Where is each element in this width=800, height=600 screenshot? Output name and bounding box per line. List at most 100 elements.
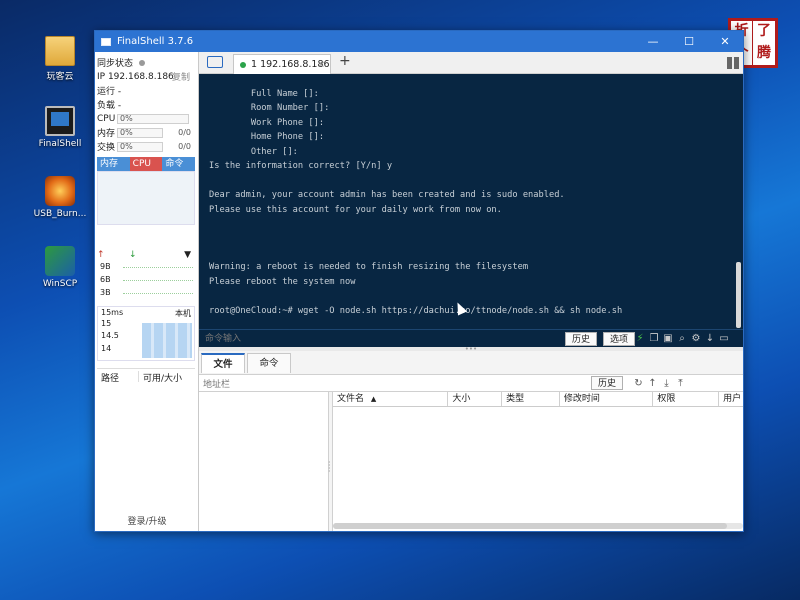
winscp-icon (45, 246, 75, 276)
tab-memory[interactable]: 内存 (97, 157, 130, 171)
network-interface-dropdown-icon[interactable]: ▼ (184, 250, 191, 260)
finalshell-window: FinalShell 3.7.6 — ☐ ✕ 同步状态 IP 192.168.8… (94, 30, 744, 532)
column-user[interactable]: 用户 (719, 392, 743, 406)
sync-status-label: 同步状态 (97, 59, 134, 69)
terminal-line: Full Name []: (209, 89, 319, 99)
usb-burn-icon (45, 176, 75, 206)
metric-ratio: 0/0 (178, 142, 191, 151)
up-directory-icon[interactable]: ↑ (647, 378, 658, 389)
options-button[interactable]: 选项 (603, 332, 636, 346)
session-tab[interactable]: 1 192.168.8.186 × (233, 54, 331, 74)
running-row: 运行 - (97, 84, 196, 97)
metric-label: 交换 (97, 143, 116, 153)
terminal-output[interactable]: Full Name []: Room Number []: Work Phone… (199, 74, 743, 329)
lightning-icon[interactable]: ⚡ (635, 334, 645, 344)
latency-scale: 14.5 (101, 331, 119, 340)
metric-cpu: CPU 0% (97, 112, 196, 125)
tab-command[interactable]: 命令 (162, 157, 196, 171)
download-arrow-icon: ↓ (129, 250, 137, 260)
search-icon[interactable]: ⌕ (677, 334, 687, 344)
download-icon[interactable]: ↓ (705, 334, 715, 344)
path-history-button[interactable]: 历史 (591, 376, 624, 390)
file-panel-tabs: 文件 命令 (201, 353, 293, 373)
tree-split-handle[interactable]: · · · · (328, 459, 331, 476)
history-button[interactable]: 历史 (565, 332, 598, 346)
terminal-line: Other []: (209, 146, 298, 157)
grid-line (123, 280, 193, 281)
address-bar: 历史 ↻ ↑ ⤓ ⤒ (199, 374, 743, 392)
download-file-icon[interactable]: ⤓ (661, 378, 672, 389)
refresh-icon[interactable]: ↻ (633, 378, 644, 389)
disk-table-header: 路径 可用/大小 (97, 368, 195, 384)
column-label: 文件名 (337, 394, 365, 404)
terminal-line: root@OneCloud:~# wget -O node.sh https:/… (209, 305, 623, 316)
column-permissions[interactable]: 权限 (653, 392, 720, 406)
copy-icon[interactable]: ❐ (649, 334, 659, 344)
upload-file-icon[interactable]: ⤒ (675, 378, 686, 389)
paste-icon[interactable]: ▣ (663, 334, 673, 344)
tab-commands[interactable]: 命令 (247, 353, 291, 373)
directory-tree[interactable] (199, 392, 329, 531)
process-tabs: 内存 CPU 命令 (97, 157, 196, 171)
column-filename[interactable]: 文件名 ▲ (333, 392, 449, 406)
tab-cpu[interactable]: CPU (129, 157, 163, 171)
desktop-icon-label: WinSCP (42, 279, 78, 289)
stamp-char: 了 (757, 23, 771, 39)
layout-grid-icon[interactable] (727, 57, 739, 69)
command-input[interactable] (205, 331, 555, 346)
minimize-button[interactable]: — (635, 31, 671, 52)
gear-icon[interactable]: ⚙ (691, 334, 701, 344)
desktop-icon-wankeyun[interactable]: 玩客云 (30, 36, 90, 82)
address-input[interactable] (203, 377, 583, 390)
network-graph: 9B 6B 3B (97, 262, 195, 308)
sync-status-row: 同步状态 (97, 56, 196, 69)
metric-ratio: 0/0 (178, 128, 191, 137)
ip-row: IP 192.168.8.186 复制 (97, 70, 196, 84)
net-scale-label: 9B (100, 262, 111, 271)
close-tab-icon[interactable]: × (317, 60, 325, 70)
metric-bar: 0% (117, 141, 163, 152)
maximize-button[interactable]: ☐ (671, 31, 707, 52)
latency-host[interactable]: 本机 (175, 308, 191, 319)
column-type[interactable]: 类型 (502, 392, 560, 406)
tab-files[interactable]: 文件 (201, 353, 245, 373)
connected-dot-icon (240, 61, 246, 68)
desktop-icon-finalshell[interactable]: FinalShell (30, 106, 90, 149)
file-list[interactable]: 文件名 ▲ 大小 类型 修改时间 权限 用户 (332, 392, 743, 531)
add-tab-button[interactable]: + (339, 53, 351, 69)
title-bar[interactable]: FinalShell 3.7.6 — ☐ ✕ (95, 31, 743, 52)
metric-bar: 0% (117, 113, 189, 124)
metric-value: 0% (120, 113, 133, 123)
column-modified[interactable]: 修改时间 (560, 392, 654, 406)
app-icon (101, 37, 111, 46)
process-list (97, 171, 195, 225)
sort-up-icon: ▲ (370, 395, 377, 403)
grid-line (123, 267, 193, 268)
latency-bars (142, 323, 192, 358)
close-button[interactable]: ✕ (707, 31, 743, 52)
monitor-icon (45, 106, 75, 136)
server-status-sidebar: 同步状态 IP 192.168.8.186 复制 运行 - 负载 - CPU 0… (95, 52, 199, 531)
load-label: 负载 - (97, 101, 122, 111)
net-scale-label: 6B (100, 275, 111, 284)
column-size[interactable]: 大小 (448, 392, 503, 406)
folder-open-icon[interactable] (207, 56, 223, 68)
desktop-icon-winscp[interactable]: WinSCP (30, 246, 90, 289)
terminal-line: Room Number []: (209, 103, 330, 114)
login-upgrade-link[interactable]: 登录/升级 (95, 514, 199, 527)
metric-swap: 交换 0% 0/0 (97, 140, 196, 153)
terminal-scrollbar[interactable] (736, 262, 741, 328)
load-row: 负载 - (97, 98, 196, 111)
metric-value: 0% (120, 141, 133, 151)
desktop-icon-usb-burn[interactable]: USB_Burn... (30, 176, 90, 219)
metric-bar: 0% (117, 127, 163, 138)
copy-ip-button[interactable]: 复制 (172, 70, 190, 83)
terminal-line: Work Phone []: (209, 117, 325, 128)
file-list-scrollbar[interactable] (333, 523, 743, 529)
window-icon[interactable]: ▭ (719, 334, 729, 344)
